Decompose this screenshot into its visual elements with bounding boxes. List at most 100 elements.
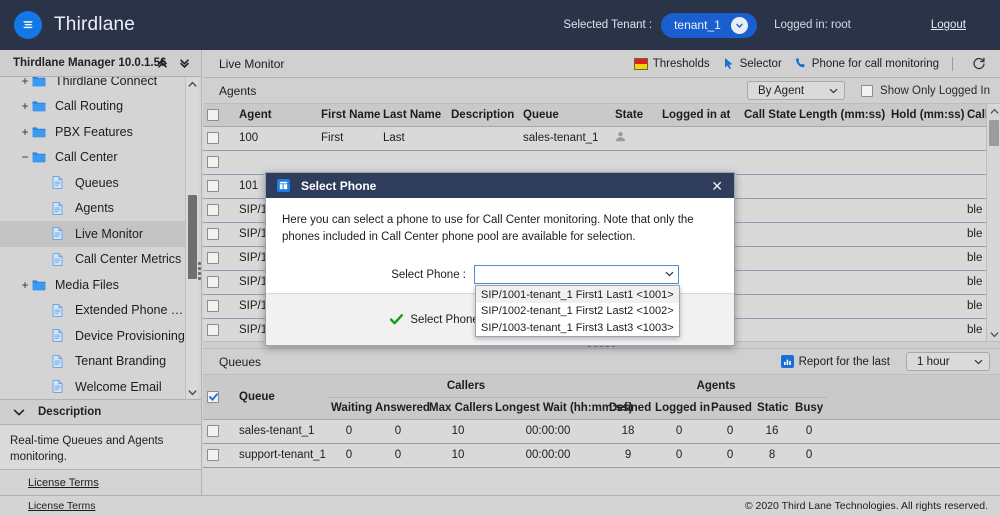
queues-col-answered[interactable]: Answered xyxy=(371,397,425,419)
agents-col-hold-mm-ss[interactable]: Hold (mm:ss) xyxy=(887,104,963,126)
row-select-checkbox[interactable] xyxy=(203,270,235,294)
select-phone-confirm-button[interactable]: Select Phone xyxy=(390,314,478,326)
footer-license-terms-link[interactable]: License Terms xyxy=(28,500,96,512)
refresh-icon[interactable] xyxy=(966,57,992,71)
group-by-select[interactable]: By Agent xyxy=(747,81,845,100)
agents-col-queue[interactable]: Queue xyxy=(519,104,611,126)
cell-hold xyxy=(887,246,963,270)
sidebar-item-media-files[interactable]: +Media Files xyxy=(0,272,186,298)
sidebar-item-call-center-metrics[interactable]: Call Center Metrics xyxy=(0,247,186,273)
dialog-description: Here you can select a phone to use for C… xyxy=(282,212,718,245)
description-section-header[interactable]: Description xyxy=(0,399,201,425)
agents-select-all-checkbox[interactable] xyxy=(203,104,235,126)
phone-option[interactable]: SIP/1001-tenant_1 First1 Last1 <1001> xyxy=(476,286,679,303)
queues-col-defined[interactable]: Defined xyxy=(605,397,651,419)
scroll-down-icon[interactable] xyxy=(987,327,1000,341)
sidebar-item-call-routing[interactable]: +Call Routing xyxy=(0,94,186,120)
row-select-checkbox[interactable] xyxy=(203,246,235,270)
cell-call-state xyxy=(740,246,795,270)
cell-defined: 9 xyxy=(605,443,651,467)
queues-col-max-callers[interactable]: Max Callers xyxy=(425,397,491,419)
report-period-select[interactable]: 1 hour xyxy=(906,352,990,371)
sidebar-item-device-provisioning[interactable]: Device Provisioning xyxy=(0,323,186,349)
row-select-checkbox[interactable] xyxy=(203,126,235,150)
expand-twisty-icon[interactable]: + xyxy=(18,278,32,292)
queues-col-queue[interactable]: Queue xyxy=(235,375,327,419)
row-select-checkbox[interactable] xyxy=(203,318,235,341)
chevron-down-icon[interactable] xyxy=(665,270,674,279)
row-select-checkbox[interactable] xyxy=(203,419,235,443)
queues-col-busy[interactable]: Busy xyxy=(791,397,827,419)
tenant-selector[interactable]: tenant_1 xyxy=(661,13,757,38)
logout-link[interactable]: Logout xyxy=(931,19,966,31)
queues-col-logged-in[interactable]: Logged in xyxy=(651,397,707,419)
table-row[interactable]: support-tenant_1001000:00:0090080 xyxy=(203,443,1000,467)
table-row[interactable]: sales-tenant_1001000:00:001800160 xyxy=(203,419,1000,443)
cell-filler xyxy=(827,443,1000,467)
expand-twisty-icon[interactable]: + xyxy=(18,77,32,88)
row-select-checkbox[interactable] xyxy=(203,443,235,467)
row-select-checkbox[interactable] xyxy=(203,294,235,318)
double-chevron-down-icon[interactable] xyxy=(178,57,191,70)
checkbox-box xyxy=(207,425,219,437)
agents-col-last-name[interactable]: Last Name xyxy=(379,104,447,126)
row-select-checkbox[interactable] xyxy=(203,150,235,174)
agents-col-description[interactable]: Description xyxy=(447,104,519,126)
queues-select-all-checkbox[interactable] xyxy=(203,375,235,419)
row-select-checkbox[interactable] xyxy=(203,174,235,198)
cell-last: Last xyxy=(379,126,447,150)
sidebar-item-live-monitor[interactable]: Live Monitor xyxy=(0,221,186,247)
sidebar-item-pbx-features[interactable]: +PBX Features xyxy=(0,119,186,145)
sidebar-item-label: Call Center Metrics xyxy=(75,252,181,266)
select-phone-dropdown-list[interactable]: SIP/1001-tenant_1 First1 Last1 <1001>SIP… xyxy=(475,285,680,337)
agents-scrollbar[interactable] xyxy=(986,104,1000,341)
sidebar-item-tenant-branding[interactable]: Tenant Branding xyxy=(0,349,186,375)
sidebar-item-welcome-email[interactable]: Welcome Email xyxy=(0,374,186,399)
phone-for-call-monitoring-button[interactable]: Phone for call monitoring xyxy=(795,57,939,70)
show-only-logged-in-checkbox[interactable]: Show Only Logged In xyxy=(861,85,990,97)
cell-queue: support-tenant_1 xyxy=(235,443,327,467)
select-phone-combobox[interactable]: SIP/1001-tenant_1 First1 Last1 <1001>SIP… xyxy=(474,265,679,284)
agents-col-state[interactable]: State xyxy=(611,104,658,126)
agents-col-length-mm-ss[interactable]: Length (mm:ss) xyxy=(795,104,887,126)
sidebar-splitter[interactable] xyxy=(196,50,202,495)
row-select-checkbox[interactable] xyxy=(203,222,235,246)
sidebar-item-extended-phone-templat[interactable]: Extended Phone Templat... xyxy=(0,298,186,324)
queues-col-paused[interactable]: Paused xyxy=(707,397,753,419)
queues-col-waiting[interactable]: Waiting xyxy=(327,397,371,419)
queues-col-filler xyxy=(827,375,1000,419)
phone-option[interactable]: SIP/1003-tenant_1 First3 Last3 <1003> xyxy=(476,319,679,336)
queues-col-static[interactable]: Static xyxy=(753,397,791,419)
double-chevron-up-icon[interactable] xyxy=(156,57,169,70)
agent-state-person-icon xyxy=(611,126,658,150)
thresholds-button[interactable]: Thresholds xyxy=(634,58,710,70)
expand-twisty-icon[interactable]: + xyxy=(18,125,32,139)
agents-col-agent[interactable]: Agent xyxy=(235,104,317,126)
sidebar-item-agents[interactable]: Agents xyxy=(0,196,186,222)
close-icon[interactable]: ✕ xyxy=(711,179,723,193)
row-select-checkbox[interactable] xyxy=(203,198,235,222)
sidebar-item-queues[interactable]: Queues xyxy=(0,170,186,196)
collapse-twisty-icon[interactable]: − xyxy=(18,150,32,164)
queues-table: QueueCallersAgentsWaitingAnsweredMax Cal… xyxy=(203,375,1000,468)
scroll-up-icon[interactable] xyxy=(987,104,1000,118)
chevron-down-icon[interactable] xyxy=(731,17,748,34)
sidebar-license-bar: License Terms xyxy=(0,469,201,495)
phone-option[interactable]: SIP/1002-tenant_1 First2 Last2 <1002> xyxy=(476,303,679,320)
agents-col-call-state[interactable]: Call State xyxy=(740,104,795,126)
agents-col-logged-in-at[interactable]: Logged in at xyxy=(658,104,740,126)
top-header-bar: Thirdlane Selected Tenant : tenant_1 Log… xyxy=(0,0,1000,50)
selector-button[interactable]: Selector xyxy=(723,57,782,70)
queues-col-longest-wait-hh-mm-ss[interactable]: Longest Wait (hh:mm:ss) xyxy=(491,397,605,419)
table-row[interactable]: 100FirstLastsales-tenant_1 xyxy=(203,126,1000,150)
thirdlane-logo-icon[interactable] xyxy=(14,11,42,39)
table-row[interactable] xyxy=(203,150,1000,174)
agents-col-first-name[interactable]: First Name xyxy=(317,104,379,126)
agents-scroll-thumb[interactable] xyxy=(989,120,999,146)
chevron-down-icon[interactable] xyxy=(13,408,25,417)
expand-twisty-icon[interactable]: + xyxy=(18,99,32,113)
dialog-body: Here you can select a phone to use for C… xyxy=(266,198,734,284)
sidebar-item-call-center[interactable]: −Call Center xyxy=(0,145,186,171)
sidebar-item-thirdlane-connect[interactable]: +Thirdlane Connect xyxy=(0,77,186,94)
license-terms-link[interactable]: License Terms xyxy=(28,477,99,489)
